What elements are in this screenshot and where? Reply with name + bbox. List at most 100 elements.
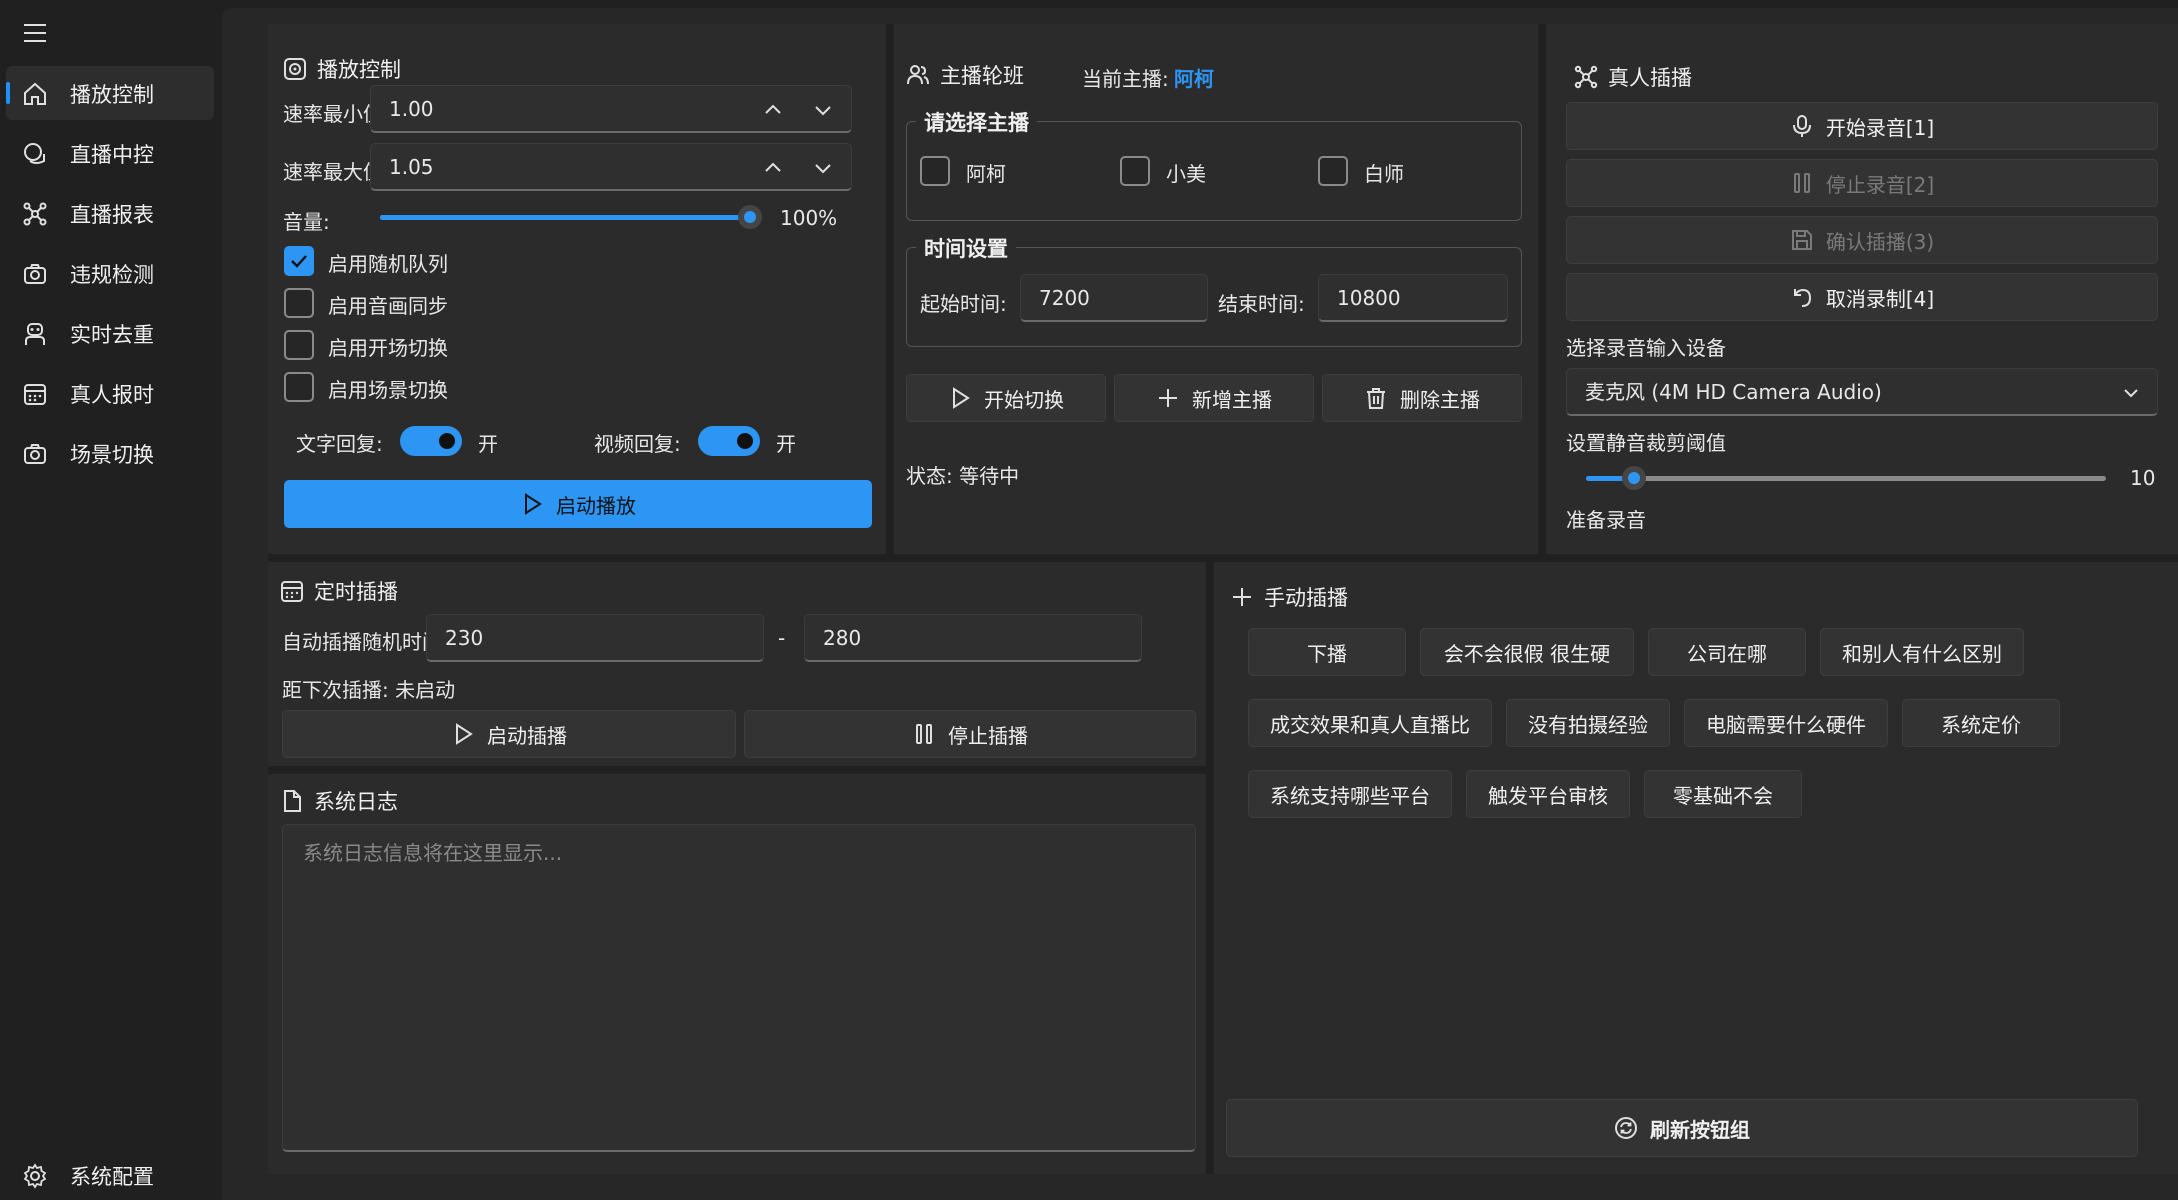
playback-panel: 播放控制 速率最小值: 1.00 速率最大值: 1.05 音量: 100% 启用… xyxy=(268,24,886,554)
menu-icon[interactable] xyxy=(22,20,48,46)
divider xyxy=(268,554,2178,562)
sidebar: 播放控制 直播中控 直播报表 违规检测 实时去重 真人报时 场景切换 系统配置 xyxy=(0,0,222,1200)
refresh-buttons-button[interactable]: 刷新按钮组 xyxy=(1226,1099,2138,1157)
device-label: 选择录音输入设备 xyxy=(1566,336,1726,360)
current-host-value: 阿柯 xyxy=(1174,67,1214,91)
volume-value: 100% xyxy=(780,206,838,230)
system-log-textarea[interactable]: 系统日志信息将在这里显示... xyxy=(282,824,1196,1152)
insert-chip[interactable]: 会不会很假 很生硬 xyxy=(1420,628,1634,676)
host-checkbox-2[interactable] xyxy=(1120,156,1150,186)
sidebar-item-scene[interactable]: 场景切换 xyxy=(6,426,214,480)
insert-chip[interactable]: 触发平台审核 xyxy=(1466,770,1630,818)
chevron-up-icon[interactable] xyxy=(763,100,783,120)
threshold-label: 设置静音裁剪阈值 xyxy=(1566,431,1726,455)
start-time-value: 7200 xyxy=(1039,286,1090,310)
add-host-label: 新增主播 xyxy=(1192,387,1272,412)
start-switch-label: 开始切换 xyxy=(984,387,1064,412)
volume-label: 音量: xyxy=(283,210,330,234)
sidebar-item-time-report[interactable]: 真人报时 xyxy=(6,366,214,420)
rate-min-spinbox[interactable]: 1.00 xyxy=(370,85,852,133)
scene-switch-label: 启用场景切换 xyxy=(328,378,448,402)
sidebar-item-playback[interactable]: 播放控制 xyxy=(6,66,214,120)
threshold-value: 10 xyxy=(2130,466,2156,490)
host-label-2: 小美 xyxy=(1166,162,1206,186)
plus-icon xyxy=(1159,389,1177,407)
system-log-placeholder: 系统日志信息将在这里显示... xyxy=(303,841,563,865)
delete-host-label: 删除主播 xyxy=(1400,387,1480,412)
select-host-group-title: 请选择主播 xyxy=(916,107,1037,137)
confirm-insert-button[interactable]: 确认插播(3) xyxy=(1566,216,2158,264)
rate-min-value: 1.00 xyxy=(389,97,434,121)
device-select-value: 麦克风 (4M HD Camera Audio) xyxy=(1585,380,1882,404)
system-log-title-text: 系统日志 xyxy=(314,790,398,814)
cancel-record-label: 取消录制[4] xyxy=(1825,286,1935,311)
insert-chip[interactable]: 成交效果和真人直播比 xyxy=(1248,699,1492,747)
current-host-label: 当前主播: xyxy=(1082,67,1169,91)
add-host-button[interactable]: 新增主播 xyxy=(1114,374,1314,422)
chevron-down-icon[interactable] xyxy=(813,100,833,120)
divider xyxy=(1538,24,1546,554)
insert-chip[interactable]: 下播 xyxy=(1248,628,1406,676)
video-reply-toggle[interactable] xyxy=(698,426,760,456)
calendar-icon xyxy=(24,384,46,405)
start-insert-button[interactable]: 启动插播 xyxy=(282,710,736,758)
timed-insert-title: 定时插播 xyxy=(280,576,398,606)
host-label-1: 阿柯 xyxy=(966,162,1006,186)
opening-switch-label: 启用开场切换 xyxy=(328,336,448,360)
sidebar-item-label: 直播报表 xyxy=(70,203,154,227)
device-select[interactable]: 麦克风 (4M HD Camera Audio) xyxy=(1566,368,2158,416)
confirm-insert-label: 确认插播(3) xyxy=(1825,229,1935,254)
threshold-slider-track[interactable] xyxy=(1586,476,2106,481)
random-max-input[interactable]: 280 xyxy=(804,614,1142,662)
text-reply-toggle[interactable] xyxy=(400,426,462,456)
sidebar-item-dedup[interactable]: 实时去重 xyxy=(6,306,214,360)
random-min-input[interactable]: 230 xyxy=(426,614,764,662)
gear-icon xyxy=(23,1163,47,1189)
cancel-record-button[interactable]: 取消录制[4] xyxy=(1566,273,2158,321)
stop-record-button[interactable]: 停止录音[2] xyxy=(1566,159,2158,207)
insert-chip[interactable]: 和别人有什么区别 xyxy=(1820,628,2024,676)
host-checkbox-1[interactable] xyxy=(920,156,950,186)
start-switch-button[interactable]: 开始切换 xyxy=(906,374,1106,422)
sidebar-item-settings[interactable]: 系统配置 xyxy=(6,1148,214,1200)
rate-max-spinbox[interactable]: 1.05 xyxy=(370,143,852,191)
start-playback-button[interactable]: 启动播放 xyxy=(284,480,872,528)
range-dash: - xyxy=(778,626,786,650)
insert-chip[interactable]: 没有拍摄经验 xyxy=(1506,699,1670,747)
volume-slider-fill xyxy=(380,215,750,220)
start-time-input[interactable]: 7200 xyxy=(1020,274,1208,322)
timed-insert-title-text: 定时插播 xyxy=(314,580,398,604)
chevron-down-icon[interactable] xyxy=(813,158,833,178)
end-time-input[interactable]: 10800 xyxy=(1318,274,1508,322)
opening-switch-checkbox[interactable] xyxy=(284,330,314,360)
delete-host-button[interactable]: 删除主播 xyxy=(1322,374,1522,422)
host-checkbox-3[interactable] xyxy=(1318,156,1348,186)
volume-slider-thumb[interactable] xyxy=(738,205,762,229)
users-icon xyxy=(907,65,929,85)
chevron-up-icon[interactable] xyxy=(763,158,783,178)
time-settings-title: 时间设置 xyxy=(916,233,1016,263)
stop-insert-button[interactable]: 停止插播 xyxy=(744,710,1196,758)
camera-icon xyxy=(24,444,46,464)
sidebar-item-violation[interactable]: 违规检测 xyxy=(6,246,214,300)
pause-icon xyxy=(1793,173,1810,193)
speaker-icon xyxy=(284,58,306,80)
start-record-button[interactable]: 开始录音[1] xyxy=(1566,102,2158,150)
insert-chip[interactable]: 系统支持哪些平台 xyxy=(1248,770,1452,818)
insert-chip[interactable]: 系统定价 xyxy=(1902,699,2060,747)
system-log-panel: 系统日志 系统日志信息将在这里显示... xyxy=(268,774,1206,1174)
sidebar-item-live-control[interactable]: 直播中控 xyxy=(6,126,214,180)
insert-chip[interactable]: 公司在哪 xyxy=(1648,628,1806,676)
threshold-slider-thumb[interactable] xyxy=(1622,466,1646,490)
scene-switch-checkbox[interactable] xyxy=(284,372,314,402)
random-queue-checkbox[interactable] xyxy=(284,246,314,276)
sidebar-item-label: 实时去重 xyxy=(70,323,154,347)
sidebar-item-report[interactable]: 直播报表 xyxy=(6,186,214,240)
av-sync-checkbox[interactable] xyxy=(284,288,314,318)
trash-icon xyxy=(1367,388,1385,409)
record-status: 准备录音 xyxy=(1566,508,1646,532)
random-min-value: 230 xyxy=(445,626,484,650)
refresh-icon xyxy=(1615,1117,1637,1139)
insert-chip[interactable]: 电脑需要什么硬件 xyxy=(1684,699,1888,747)
insert-chip[interactable]: 零基础不会 xyxy=(1644,770,1802,818)
